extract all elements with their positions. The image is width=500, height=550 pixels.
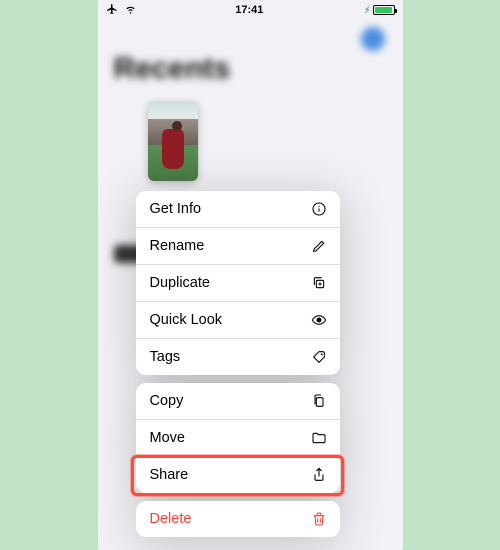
folder-icon [309, 430, 327, 446]
menu-item-get-info[interactable]: Get Info [136, 191, 340, 228]
eye-icon [309, 312, 327, 328]
menu-item-label: Copy [150, 393, 184, 409]
menu-item-copy[interactable]: Copy [136, 383, 340, 420]
status-right: ⚡︎ [362, 5, 394, 16]
menu-item-label: Delete [150, 511, 192, 527]
copy-icon [309, 393, 327, 409]
menu-item-tags[interactable]: Tags [136, 339, 340, 375]
menu-item-move[interactable]: Move [136, 420, 340, 457]
trash-icon [309, 511, 327, 527]
wifi-icon [124, 2, 137, 18]
menu-item-label: Get Info [150, 201, 202, 217]
menu-item-duplicate[interactable]: Duplicate [136, 265, 340, 302]
context-menu: Get Info Rename Duplicate Quick Look [136, 191, 340, 545]
menu-item-label: Share [150, 467, 189, 483]
menu-group-2: Copy Move Share [136, 383, 340, 493]
menu-item-share[interactable]: Share [136, 457, 340, 493]
info-icon [309, 201, 327, 217]
share-icon [309, 467, 327, 483]
avatar-placeholder [361, 27, 385, 51]
menu-item-label: Duplicate [150, 275, 210, 291]
menu-item-quick-look[interactable]: Quick Look [136, 302, 340, 339]
pencil-icon [309, 238, 327, 254]
status-time: 17:41 [235, 4, 263, 16]
menu-group-1: Get Info Rename Duplicate Quick Look [136, 191, 340, 375]
battery-icon [373, 5, 395, 15]
duplicate-icon [309, 275, 327, 291]
airplane-icon [106, 3, 118, 18]
tag-icon [309, 349, 327, 365]
menu-group-3: Delete [136, 501, 340, 537]
menu-item-label: Rename [150, 238, 205, 254]
status-bar: 17:41 ⚡︎ [98, 0, 403, 20]
menu-item-label: Quick Look [150, 312, 223, 328]
phone-screen: 17:41 ⚡︎ Recents Get Info Rename [98, 0, 403, 550]
charging-icon: ⚡︎ [364, 5, 370, 16]
menu-item-label: Move [150, 430, 185, 446]
page-title: Recents [114, 52, 231, 86]
menu-item-label: Tags [150, 349, 181, 365]
menu-item-delete[interactable]: Delete [136, 501, 340, 537]
file-thumbnail[interactable] [148, 101, 198, 181]
menu-item-rename[interactable]: Rename [136, 228, 340, 265]
status-left [106, 2, 137, 18]
